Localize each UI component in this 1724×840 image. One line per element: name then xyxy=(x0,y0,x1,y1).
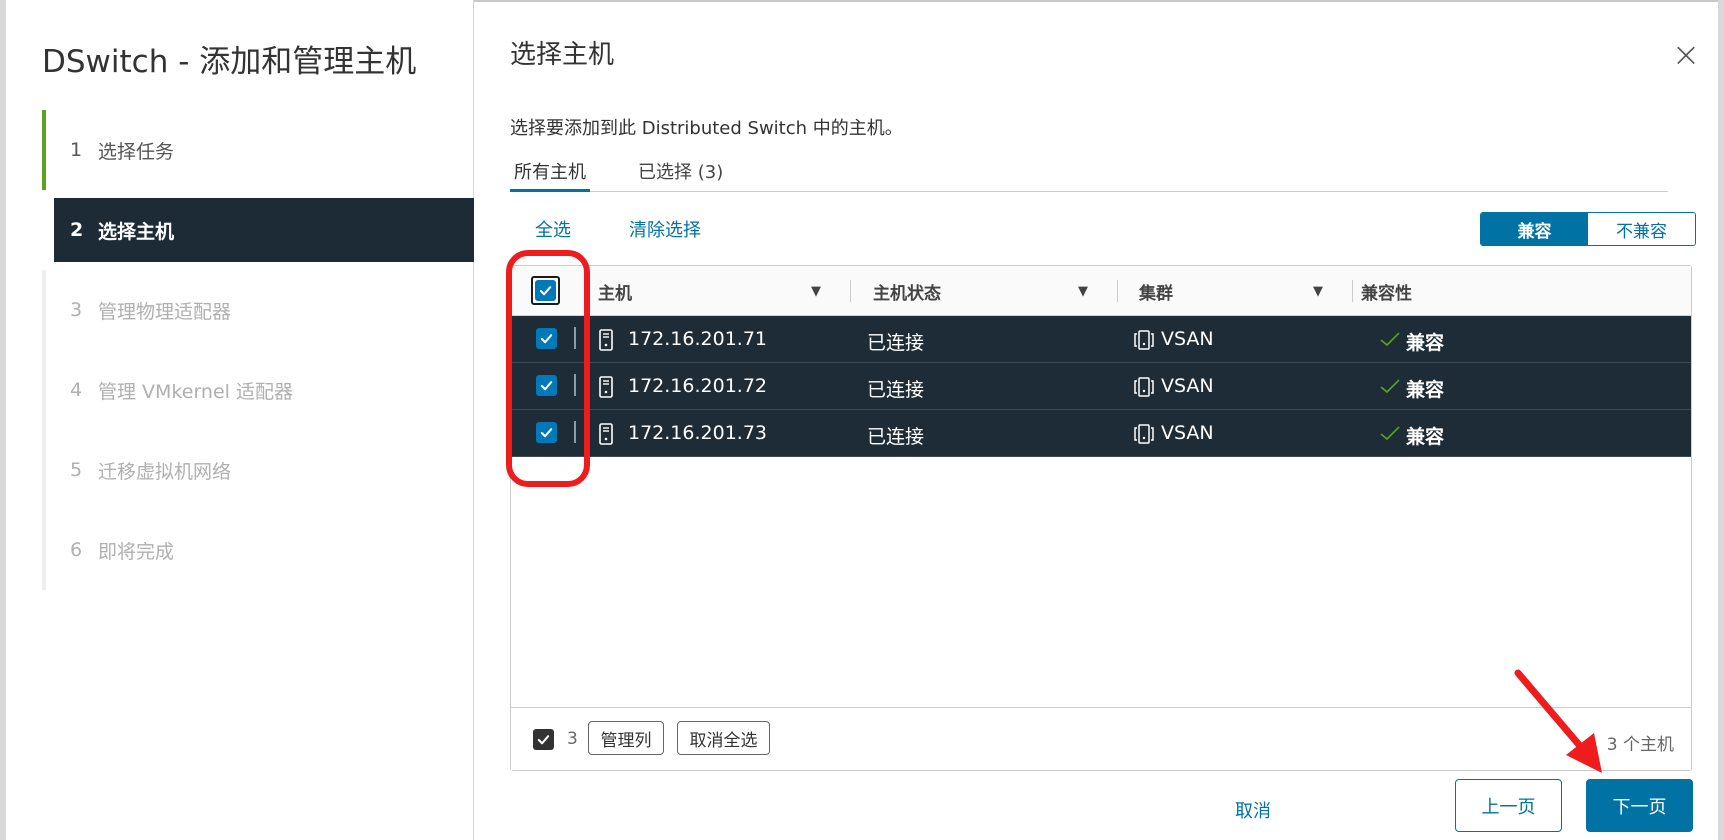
wizard-step-list: 1 选择任务 2 选择主机 3 管理物理适配器 4 管理 VMkernel 适配… xyxy=(42,110,474,590)
step-number: 2 xyxy=(70,219,84,241)
host-name[interactable]: 172.16.201.73 xyxy=(628,422,767,444)
wizard-title: DSwitch - 添加和管理主机 xyxy=(42,44,417,80)
cluster-icon xyxy=(1134,330,1154,350)
grid-header: 主机 ▼ 主机状态 ▼ 集群 ▼ 兼容性 xyxy=(511,266,1691,316)
column-header-compatibility[interactable]: 兼容性 xyxy=(1361,266,1412,316)
cluster-name[interactable]: VSAN xyxy=(1161,328,1214,350)
total-hosts-count: 3 个主机 xyxy=(1606,735,1674,755)
check-icon xyxy=(1380,332,1400,347)
step-label: 迁移虚拟机网络 xyxy=(98,460,232,483)
grid-footer: 3 管理列 取消全选 3 个主机 xyxy=(511,707,1691,770)
cluster-name[interactable]: VSAN xyxy=(1161,422,1214,444)
wizard-step-3: 3 管理物理适配器 xyxy=(42,270,474,350)
step-number: 1 xyxy=(70,139,83,161)
next-button[interactable]: 下一页 xyxy=(1586,779,1693,832)
compatibility-toggle: 兼容 不兼容 xyxy=(1480,212,1696,246)
select-all-checkbox[interactable] xyxy=(531,276,560,305)
cancel-button[interactable]: 取消 xyxy=(1235,797,1271,823)
page-description: 选择要添加到此 Distributed Switch 中的主机。 xyxy=(510,118,903,139)
step-label: 选择主机 xyxy=(98,220,175,243)
page-title: 选择主机 xyxy=(510,40,615,70)
filter-icon[interactable]: ▼ xyxy=(1078,284,1088,299)
host-name[interactable]: 172.16.201.72 xyxy=(628,375,767,397)
tab-selected-hosts[interactable]: 已选择 (3) xyxy=(634,154,727,192)
host-server-icon xyxy=(599,376,613,398)
step-number: 3 xyxy=(70,299,83,321)
wizard-step-6: 6 即将完成 xyxy=(42,510,474,590)
row-divider xyxy=(574,327,576,349)
filter-icon[interactable]: ▼ xyxy=(1313,284,1323,299)
wizard-step-5: 5 迁移虚拟机网络 xyxy=(42,430,474,510)
check-icon xyxy=(1380,379,1400,394)
row-divider xyxy=(574,421,576,443)
column-separator[interactable] xyxy=(1117,280,1118,302)
deselect-all-button[interactable]: 取消全选 xyxy=(677,721,770,755)
close-icon[interactable]: × xyxy=(1668,38,1704,74)
row-checkbox[interactable] xyxy=(536,375,557,396)
wizard-step-1[interactable]: 1 选择任务 xyxy=(42,110,474,190)
column-separator[interactable] xyxy=(1352,280,1353,302)
table-row[interactable]: 172.16.201.72 已连接 VSAN 兼容 xyxy=(511,363,1691,410)
column-header-cluster[interactable]: 集群 xyxy=(1139,266,1173,316)
step-number: 6 xyxy=(70,539,83,561)
cluster-icon xyxy=(1134,424,1154,444)
compatibility-value: 兼容 xyxy=(1406,426,1445,448)
checkbox-checked-icon xyxy=(535,280,556,301)
table-row[interactable]: 172.16.201.73 已连接 VSAN 兼容 xyxy=(511,410,1691,457)
compatible-toggle-button[interactable]: 兼容 xyxy=(1481,213,1588,245)
table-row[interactable]: 172.16.201.71 已连接 VSAN 兼容 xyxy=(511,316,1691,363)
back-button[interactable]: 上一页 xyxy=(1455,779,1562,832)
host-status: 已连接 xyxy=(867,426,925,448)
row-checkbox[interactable] xyxy=(536,422,557,443)
hosts-datagrid: 主机 ▼ 主机状态 ▼ 集群 ▼ 兼容性 172.16.201.71 已连接 V… xyxy=(510,265,1692,771)
step-number: 5 xyxy=(70,459,83,481)
selection-links: 全选 清除选择 xyxy=(535,216,701,242)
wizard-step-2[interactable]: 2 选择主机 xyxy=(54,198,474,262)
host-status: 已连接 xyxy=(867,379,925,401)
host-tabs: 所有主机 已选择 (3) xyxy=(510,154,1668,192)
compatibility-value: 兼容 xyxy=(1406,379,1445,401)
column-separator[interactable] xyxy=(850,280,851,302)
step-label: 管理 VMkernel 适配器 xyxy=(98,380,293,403)
row-checkbox[interactable] xyxy=(536,328,557,349)
column-header-host[interactable]: 主机 xyxy=(598,266,632,316)
host-server-icon xyxy=(599,423,613,445)
step-label: 管理物理适配器 xyxy=(98,300,232,323)
host-status: 已连接 xyxy=(867,332,925,354)
clear-selection-link[interactable]: 清除选择 xyxy=(629,216,701,242)
check-icon xyxy=(1380,426,1400,441)
selected-count: 3 xyxy=(567,729,578,749)
selection-count-checkbox-icon xyxy=(533,729,554,750)
compatibility-value: 兼容 xyxy=(1406,332,1445,354)
manage-columns-button[interactable]: 管理列 xyxy=(588,721,664,755)
main-panel: 选择主机 × 选择要添加到此 Distributed Switch 中的主机。 … xyxy=(475,0,1718,840)
row-divider xyxy=(574,374,576,396)
step-label: 选择任务 xyxy=(98,140,175,163)
select-all-link[interactable]: 全选 xyxy=(535,216,571,242)
cluster-icon xyxy=(1134,377,1154,397)
filter-icon[interactable]: ▼ xyxy=(811,284,821,299)
host-server-icon xyxy=(599,329,613,351)
incompatible-toggle-button[interactable]: 不兼容 xyxy=(1588,213,1695,245)
column-header-host-status[interactable]: 主机状态 xyxy=(873,266,941,316)
cluster-name[interactable]: VSAN xyxy=(1161,375,1214,397)
wizard-nav: DSwitch - 添加和管理主机 1 选择任务 2 选择主机 3 管理物理适配… xyxy=(6,0,474,840)
step-label: 即将完成 xyxy=(98,540,175,563)
tab-all-hosts[interactable]: 所有主机 xyxy=(510,154,590,192)
wizard-step-4: 4 管理 VMkernel 适配器 xyxy=(42,350,474,430)
host-name[interactable]: 172.16.201.71 xyxy=(628,328,767,350)
window-right-edge xyxy=(1718,0,1724,840)
step-number: 4 xyxy=(70,379,83,401)
